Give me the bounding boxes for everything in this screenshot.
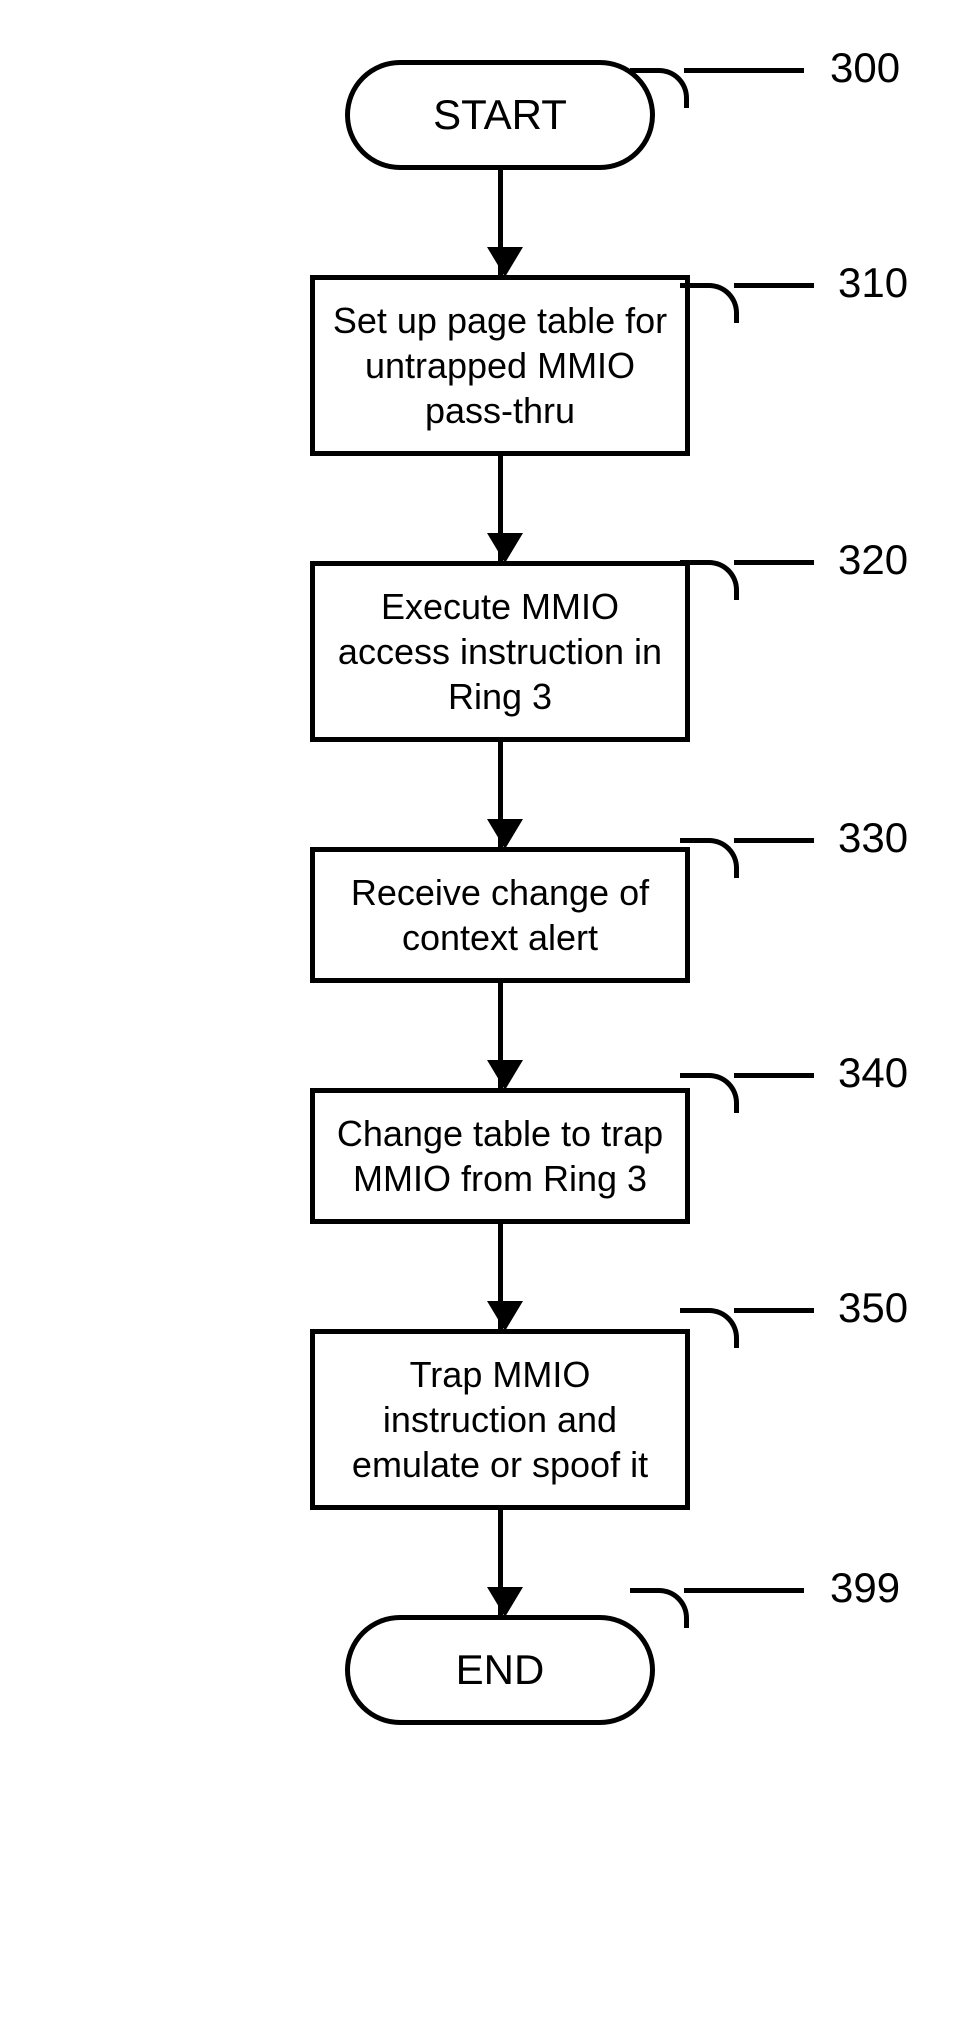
arrow xyxy=(498,1224,503,1329)
end-label: END xyxy=(456,1644,545,1697)
start-label: START xyxy=(433,89,567,142)
ref-start: 300 xyxy=(830,44,900,92)
ref-end: 399 xyxy=(830,1564,900,1612)
step-4-text: Change table to trap MMIO from Ring 3 xyxy=(337,1113,663,1199)
step-3-text: Receive change of context alert xyxy=(351,872,649,958)
step-1: Set up page table for untrapped MMIO pas… xyxy=(310,275,690,456)
ref-step3: 330 xyxy=(838,814,908,862)
step-3: Receive change of context alert xyxy=(310,847,690,983)
arrow xyxy=(498,983,503,1088)
arrow xyxy=(498,1510,503,1615)
step-5: Trap MMIO instruction and emulate or spo… xyxy=(310,1329,690,1510)
step-2: Execute MMIO access instruction in Ring … xyxy=(310,561,690,742)
ref-step4: 340 xyxy=(838,1049,908,1097)
arrow xyxy=(498,742,503,847)
step-5-text: Trap MMIO instruction and emulate or spo… xyxy=(352,1354,648,1485)
start-terminal: START xyxy=(345,60,655,170)
step-4: Change table to trap MMIO from Ring 3 xyxy=(310,1088,690,1224)
ref-step5: 350 xyxy=(838,1284,908,1332)
step-1-text: Set up page table for untrapped MMIO pas… xyxy=(333,300,667,431)
arrow xyxy=(498,170,503,275)
ref-step2: 320 xyxy=(838,536,908,584)
ref-step1: 310 xyxy=(838,259,908,307)
flowchart: START 300 Set up page table for untrappe… xyxy=(160,60,840,1725)
end-terminal: END xyxy=(345,1615,655,1725)
step-2-text: Execute MMIO access instruction in Ring … xyxy=(338,586,662,717)
arrow xyxy=(498,456,503,561)
